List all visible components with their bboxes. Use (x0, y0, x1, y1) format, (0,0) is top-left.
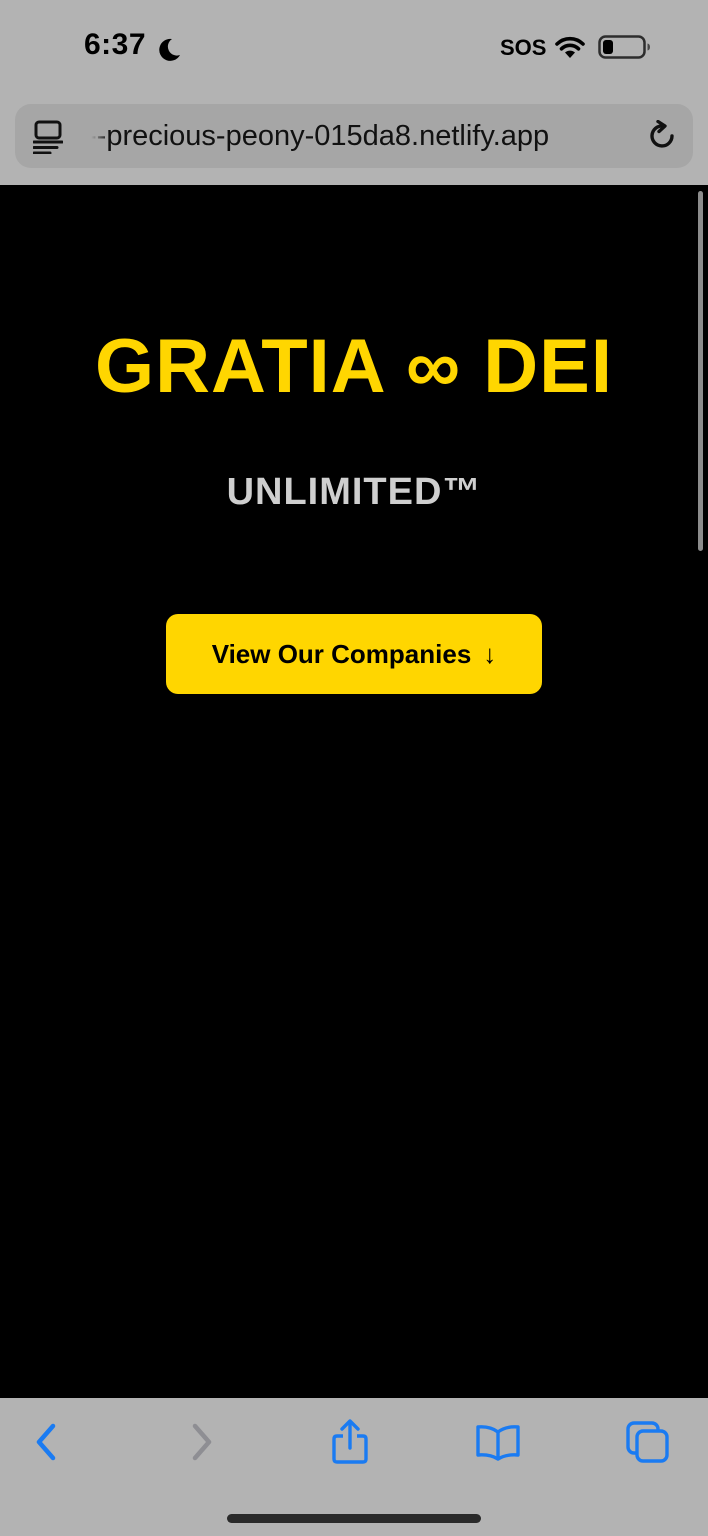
web-content: GRATIA ∞ DEI UNLIMITED™ View Our Compani… (0, 185, 708, 1398)
screen: 6:37 SOS --precious-peony-015da8.netlify… (0, 0, 708, 1536)
reload-icon[interactable] (647, 120, 679, 152)
bookmarks-icon (476, 1425, 520, 1461)
address-bar[interactable]: --precious-peony-015da8.netlify.app (15, 104, 693, 168)
bottom-toolbar (0, 1398, 708, 1536)
share-icon (332, 1419, 368, 1464)
view-companies-button[interactable]: View Our Companies ↓ (166, 614, 542, 694)
status-time: 6:37 (84, 28, 147, 61)
top-chrome: 6:37 SOS --precious-peony-015da8.netlify… (0, 0, 708, 185)
bookmarks-button[interactable] (474, 1418, 522, 1466)
home-indicator[interactable] (227, 1514, 481, 1523)
hero-subtitle: UNLIMITED™ (226, 471, 482, 513)
back-button[interactable] (22, 1418, 70, 1466)
view-companies-label: View Our Companies (211, 638, 472, 669)
url-fade (87, 118, 109, 154)
battery-icon (598, 35, 650, 59)
sos-indicator: SOS (500, 35, 547, 60)
moon-icon (159, 38, 180, 61)
page-menu-icon[interactable] (33, 120, 63, 154)
wifi-icon (555, 36, 585, 58)
forward-button[interactable] (178, 1418, 226, 1466)
tabs-button[interactable] (624, 1418, 672, 1466)
tabs-icon (626, 1421, 669, 1463)
arrow-down-icon: ↓ (483, 638, 497, 669)
back-icon (36, 1423, 56, 1461)
hero-title: GRATIA ∞ DEI (95, 324, 613, 409)
url-text[interactable]: --precious-peony-015da8.netlify.app (87, 118, 635, 154)
share-button[interactable] (326, 1418, 374, 1466)
forward-icon (192, 1423, 212, 1461)
